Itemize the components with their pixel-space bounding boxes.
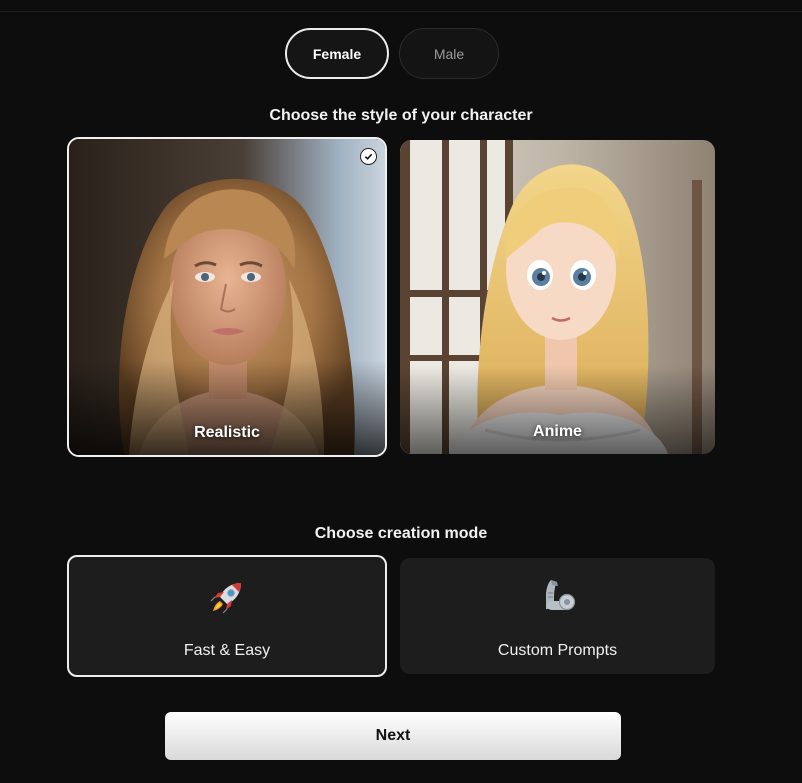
style-card-realistic[interactable]: Realistic — [67, 137, 387, 457]
rocket-icon — [207, 577, 247, 617]
anime-portrait-image — [400, 140, 715, 454]
style-heading: Choose the style of your character — [269, 107, 533, 124]
realistic-portrait-image — [69, 139, 385, 455]
male-toggle-button[interactable]: Male — [399, 28, 499, 79]
top-divider — [0, 11, 802, 12]
selected-check-icon — [360, 148, 377, 165]
mode-card-custom-prompts[interactable]: Custom Prompts — [400, 558, 715, 674]
mode-label-fast-easy: Fast & Easy — [183, 642, 271, 659]
next-button[interactable]: Next — [165, 712, 621, 760]
mode-heading: Choose creation mode — [314, 525, 488, 542]
style-label-anime: Anime — [533, 423, 582, 440]
mode-label-custom-prompts: Custom Prompts — [497, 642, 618, 659]
mode-card-fast-easy[interactable]: Fast & Easy — [67, 555, 387, 677]
female-toggle-button[interactable]: Female — [285, 28, 389, 79]
mechanical-arm-icon — [538, 575, 578, 615]
style-card-anime[interactable]: Anime — [400, 140, 715, 454]
style-label-realistic: Realistic — [194, 424, 260, 441]
